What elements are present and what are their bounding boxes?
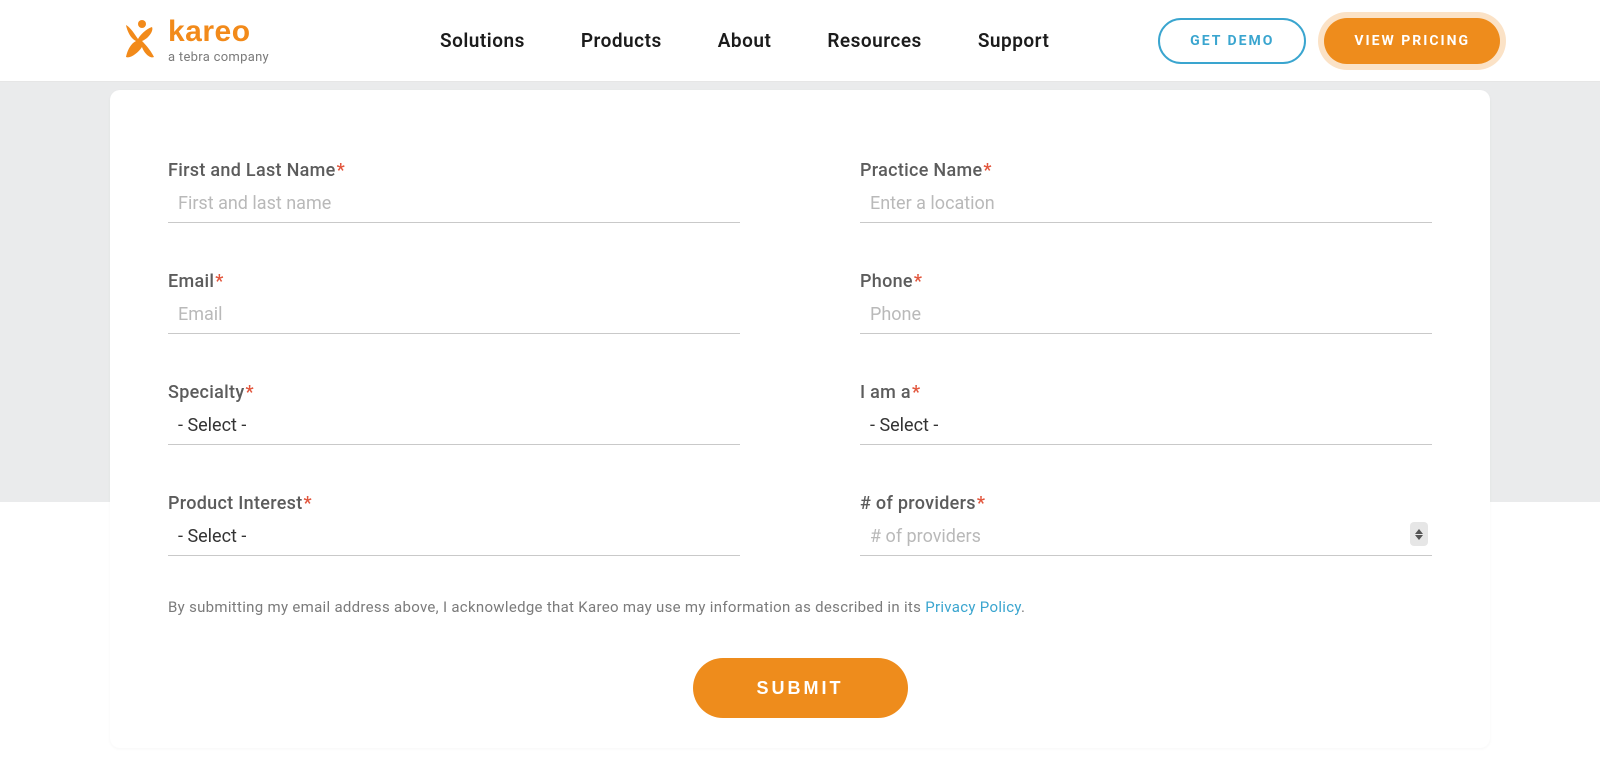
submit-button[interactable]: SUBMIT (693, 658, 908, 718)
chevron-up-icon (1415, 529, 1423, 534)
field-specialty: Specialty* - Select - (168, 382, 740, 445)
label-practice: Practice Name* (860, 160, 1432, 181)
field-product: Product Interest* - Select - (168, 493, 740, 556)
required-mark: * (304, 493, 312, 514)
label-product: Product Interest* (168, 493, 740, 514)
phone-input[interactable] (860, 298, 1432, 334)
required-mark: * (912, 382, 920, 403)
logo-icon (120, 19, 158, 63)
nav-solutions[interactable]: Solutions (440, 29, 525, 52)
required-mark: * (914, 271, 922, 292)
nav-resources[interactable]: Resources (827, 29, 921, 52)
field-providers: # of providers* (860, 493, 1432, 556)
providers-input[interactable] (860, 520, 1432, 556)
label-providers: # of providers* (860, 493, 1432, 514)
nav-support[interactable]: Support (978, 29, 1050, 52)
name-input[interactable] (168, 187, 740, 223)
label-phone: Phone* (860, 271, 1432, 292)
brand-tagline: a tebra company (168, 51, 269, 64)
brand-logo[interactable]: kareo a tebra company (120, 17, 380, 64)
field-email: Email* (168, 271, 740, 334)
required-mark: * (337, 160, 345, 181)
required-mark: * (215, 271, 223, 292)
nav-products[interactable]: Products (581, 29, 662, 52)
field-practice: Practice Name* (860, 160, 1432, 223)
required-mark: * (983, 160, 991, 181)
email-input[interactable] (168, 298, 740, 334)
site-header: kareo a tebra company Solutions Products… (0, 0, 1600, 82)
required-mark: * (245, 382, 253, 403)
product-select[interactable]: - Select - (168, 520, 740, 556)
field-role: I am a* - Select - (860, 382, 1432, 445)
get-demo-button[interactable]: GET DEMO (1158, 18, 1306, 64)
specialty-select[interactable]: - Select - (168, 409, 740, 445)
consent-text: By submitting my email address above, I … (168, 598, 1432, 616)
lead-form-card: First and Last Name* Practice Name* Emai… (110, 90, 1490, 748)
practice-input[interactable] (860, 187, 1432, 223)
label-name: First and Last Name* (168, 160, 740, 181)
field-phone: Phone* (860, 271, 1432, 334)
chevron-down-icon (1415, 535, 1423, 540)
label-role: I am a* (860, 382, 1432, 403)
label-email: Email* (168, 271, 740, 292)
main-nav: Solutions Products About Resources Suppo… (440, 29, 1049, 52)
role-select[interactable]: - Select - (860, 409, 1432, 445)
required-mark: * (977, 493, 985, 514)
field-name: First and Last Name* (168, 160, 740, 223)
privacy-policy-link[interactable]: Privacy Policy (925, 598, 1021, 616)
number-stepper[interactable] (1410, 522, 1428, 546)
brand-name: kareo (168, 17, 269, 47)
label-specialty: Specialty* (168, 382, 740, 403)
nav-about[interactable]: About (718, 29, 772, 52)
view-pricing-button[interactable]: VIEW PRICING (1324, 18, 1500, 64)
